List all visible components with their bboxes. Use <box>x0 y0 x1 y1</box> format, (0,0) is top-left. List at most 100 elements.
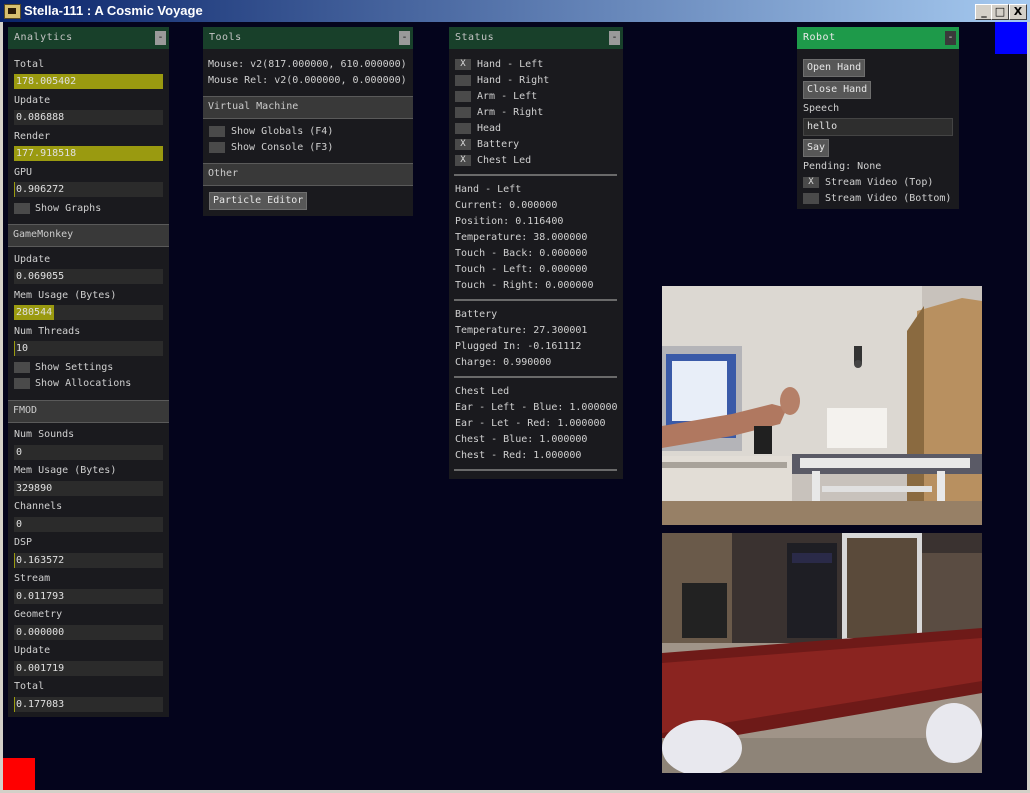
analytics-collapse-button[interactable]: - <box>155 31 166 45</box>
fmod-header[interactable]: FMOD <box>8 400 169 423</box>
window-titlebar[interactable]: Stella-111 : A Cosmic Voyage _ □ X <box>0 0 1030 22</box>
status-checkbox-label: Arm - Left <box>477 91 538 102</box>
maximize-button[interactable]: □ <box>991 4 1009 20</box>
status-line: Touch - Right: 0.000000 <box>455 280 594 291</box>
pending-status: Pending: None <box>803 161 882 172</box>
other-header[interactable]: Other <box>203 163 413 186</box>
other-title: Other <box>208 168 239 179</box>
show-allocations-label: Show Allocations <box>35 378 132 389</box>
stream-top-checkbox[interactable]: X <box>803 177 819 188</box>
show-globals-label: Show Globals (F4) <box>231 126 334 137</box>
robot-collapse-button[interactable]: - <box>945 31 956 45</box>
status-line: Charge: 0.990000 <box>455 357 552 368</box>
vm-header[interactable]: Virtual Machine <box>203 96 413 119</box>
status-checkbox-label: Chest Led <box>477 155 532 166</box>
status-title: Status <box>455 32 495 43</box>
tools-title: Tools <box>209 32 242 43</box>
show-globals-checkbox[interactable] <box>209 126 225 137</box>
gpu-label: GPU <box>14 167 33 178</box>
geometry-label: Geometry <box>14 609 63 620</box>
fmod-mem-label: Mem Usage (Bytes) <box>14 465 117 476</box>
gpu-value: 0.906272 <box>14 182 163 197</box>
gm-threads-label: Num Threads <box>14 326 81 337</box>
tools-collapse-button[interactable]: - <box>399 31 410 45</box>
mouse-readout: Mouse: v2(817.000000, 610.000000) <box>208 59 407 70</box>
show-console-checkbox[interactable] <box>209 142 225 153</box>
status-line: Temperature: 27.300001 <box>455 325 588 336</box>
particle-editor-button[interactable]: Particle Editor <box>209 192 308 210</box>
status-checkbox-label: Hand - Right <box>477 75 550 86</box>
analytics-panel: Analytics - Total 178.005402 Update 0.08… <box>8 27 169 717</box>
show-graphs-checkbox[interactable] <box>14 203 30 214</box>
update-value: 0.086888 <box>14 110 163 125</box>
render-viewport[interactable]: Analytics - Total 178.005402 Update 0.08… <box>3 22 1027 790</box>
geometry-value: 0.000000 <box>14 625 163 640</box>
channels-value: 0 <box>14 517 163 532</box>
open-hand-button[interactable]: Open Hand <box>803 59 866 77</box>
gm-update-value: 0.069055 <box>14 269 163 284</box>
analytics-title: Analytics <box>14 32 73 43</box>
status-checkbox[interactable] <box>455 75 471 86</box>
render-value: 177.918518 <box>14 146 163 161</box>
say-button[interactable]: Say <box>803 139 830 157</box>
robot-title: Robot <box>803 32 836 43</box>
num-sounds-value: 0 <box>14 445 163 460</box>
status-divider <box>454 299 617 301</box>
robot-header[interactable]: Robot - <box>797 27 959 49</box>
status-checkbox[interactable] <box>455 91 471 102</box>
status-checkbox[interactable]: X <box>455 59 471 70</box>
dsp-label: DSP <box>14 537 33 548</box>
fmod-update-value: 0.001719 <box>14 661 163 676</box>
speech-label: Speech <box>803 103 840 114</box>
status-line: Battery <box>455 309 498 320</box>
status-checkbox[interactable]: X <box>455 139 471 150</box>
status-checkbox-label: Head <box>477 123 502 134</box>
close-button[interactable]: X <box>1009 4 1027 20</box>
stream-label: Stream <box>14 573 51 584</box>
status-checkbox[interactable] <box>455 107 471 118</box>
render-label: Render <box>14 131 51 142</box>
status-divider <box>454 174 617 176</box>
status-line: Chest - Blue: 1.000000 <box>455 434 588 445</box>
status-checkbox-label: Hand - Left <box>477 59 544 70</box>
total-value: 178.005402 <box>14 74 163 89</box>
close-hand-button[interactable]: Close Hand <box>803 81 872 99</box>
show-allocations-checkbox[interactable] <box>14 378 30 389</box>
status-checkbox[interactable]: X <box>455 155 471 166</box>
stream-value: 0.011793 <box>14 589 163 604</box>
status-line: Ear - Let - Red: 1.000000 <box>455 418 606 429</box>
stream-top-label: Stream Video (Top) <box>825 177 934 188</box>
mouse-rel-readout: Mouse Rel: v2(0.000000, 0.000000) <box>208 75 407 86</box>
gm-mem-label: Mem Usage (Bytes) <box>14 290 117 301</box>
status-checkbox-label: Arm - Right <box>477 107 544 118</box>
status-collapse-button[interactable]: - <box>609 31 620 45</box>
status-line: Hand - Left <box>455 184 522 195</box>
speech-input[interactable]: hello <box>803 118 953 136</box>
status-line: Plugged In: -0.161112 <box>455 341 582 352</box>
show-settings-checkbox[interactable] <box>14 362 30 373</box>
analytics-header[interactable]: Analytics - <box>8 27 169 49</box>
gm-update-label: Update <box>14 254 51 265</box>
status-panel: Status - X Hand - Left Hand - Right Arm - L… <box>449 27 623 479</box>
red-marker <box>3 758 35 790</box>
stream-bottom-label: Stream Video (Bottom) <box>825 193 952 204</box>
status-line: Temperature: 38.000000 <box>455 232 588 243</box>
show-console-label: Show Console (F3) <box>231 142 334 153</box>
window-title: Stella-111 : A Cosmic Voyage <box>24 3 203 18</box>
status-line: Touch - Left: 0.000000 <box>455 264 588 275</box>
status-line: Chest Led <box>455 386 510 397</box>
fmod-title: FMOD <box>13 405 38 416</box>
status-checkbox-label: Battery <box>477 139 520 150</box>
gamemonkey-header[interactable]: GameMonkey <box>8 224 169 247</box>
status-header[interactable]: Status - <box>449 27 623 49</box>
fmod-total-value: 0.177083 <box>14 697 163 712</box>
gamemonkey-title: GameMonkey <box>13 229 74 240</box>
tools-header[interactable]: Tools - <box>203 27 413 49</box>
status-line: Touch - Back: 0.000000 <box>455 248 588 259</box>
app-icon <box>4 4 21 19</box>
status-checkbox[interactable] <box>455 123 471 134</box>
status-line: Position: 0.116400 <box>455 216 564 227</box>
dsp-value: 0.163572 <box>14 553 163 568</box>
stream-bottom-checkbox[interactable] <box>803 193 819 204</box>
video-feed-bottom <box>662 533 982 773</box>
